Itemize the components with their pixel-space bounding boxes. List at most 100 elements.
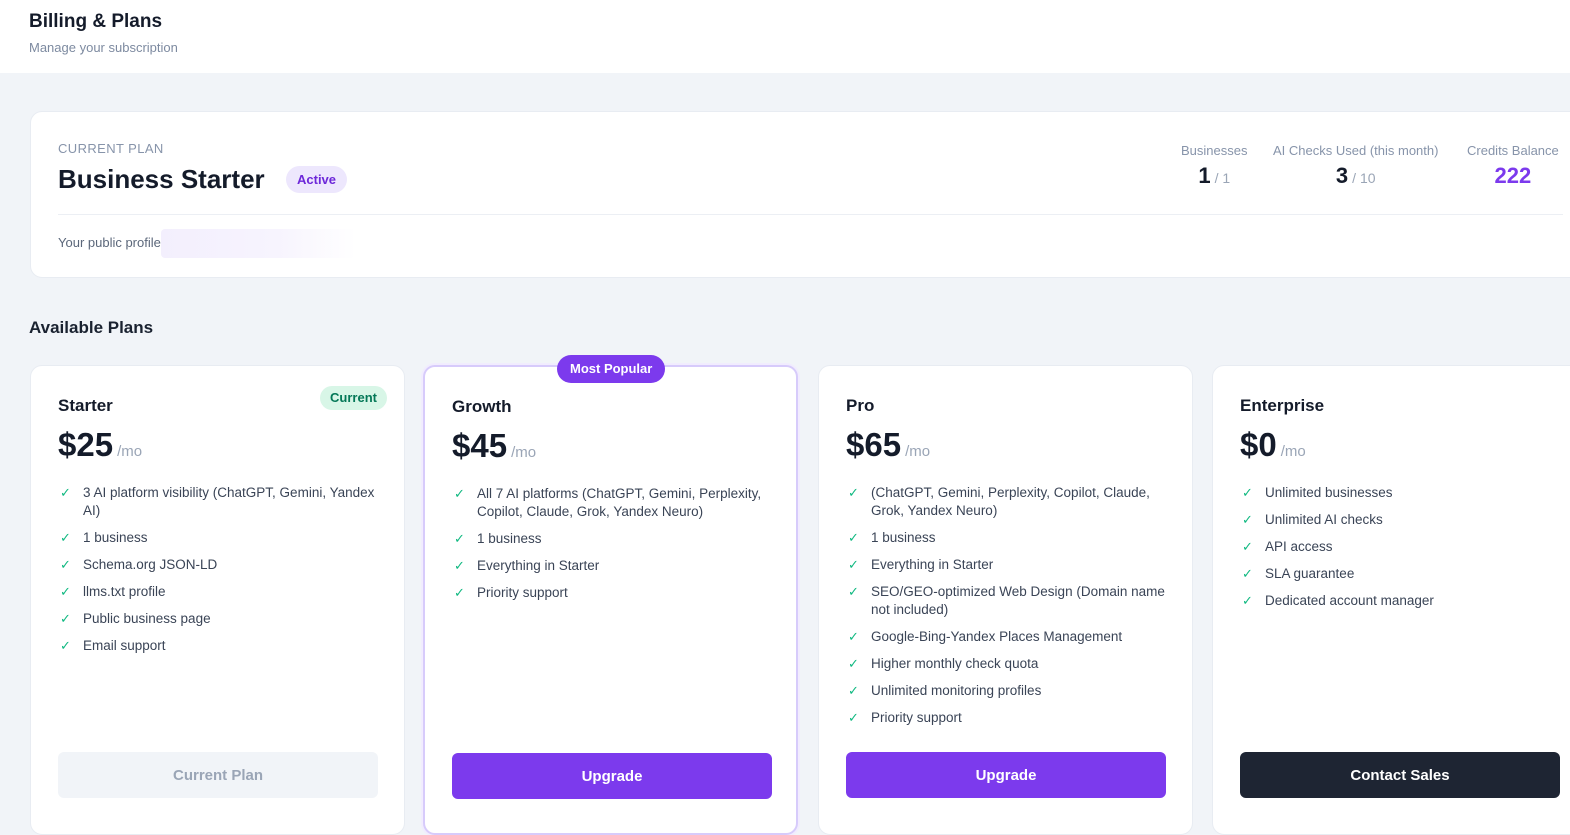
plan-name: Growth (452, 397, 512, 416)
plan-price: $45/mo (452, 427, 536, 465)
current-plan-card: CURRENT PLAN Business Starter Active Bus… (30, 111, 1570, 278)
feature-text: Priority support (477, 585, 568, 600)
feature-text: Everything in Starter (477, 558, 600, 573)
stat-value-max: / 1 (1214, 170, 1231, 186)
feature-item: ✓ 3 AI platform visibility (ChatGPT, Gemi… (58, 484, 383, 520)
feature-text: 1 business (871, 530, 936, 545)
feature-item: ✓ (ChatGPT, Gemini, Perplexity, Copilot, … (846, 484, 1171, 520)
check-icon: ✓ (454, 558, 465, 573)
feature-text: All 7 AI platforms (ChatGPT, Gemini, Per… (477, 486, 762, 519)
feature-text: SLA guarantee (1265, 566, 1355, 581)
check-icon: ✓ (454, 531, 465, 546)
feature-text: Unlimited AI checks (1265, 512, 1383, 527)
check-icon: ✓ (60, 638, 71, 653)
plan-price-amount: $0 (1240, 426, 1277, 463)
plan-price-period: /mo (1280, 443, 1306, 460)
plan-card-starter: Current Starter $25/mo ✓ 3 AI platform visib… (30, 365, 405, 835)
check-icon: ✓ (60, 557, 71, 572)
feature-list: ✓ All 7 AI platforms (ChatGPT, Gemini, Pe… (452, 485, 777, 611)
feature-text: Higher monthly check quota (871, 656, 1039, 671)
check-icon: ✓ (60, 584, 71, 599)
stat-value: 3/ 10 (1273, 163, 1438, 189)
section-title: Available Plans (29, 318, 154, 337)
page-header: Billing & Plans Manage your subscription (0, 0, 1570, 73)
stat-ai-checks: AI Checks Used (this month) 3/ 10 (1273, 143, 1438, 189)
feature-text: 3 AI platform visibility (ChatGPT, Gemin… (83, 485, 375, 518)
check-icon: ✓ (848, 629, 859, 644)
check-icon: ✓ (60, 530, 71, 545)
feature-item: ✓ Unlimited monitoring profiles (846, 682, 1171, 700)
stat-credits-balance: Credits Balance 222 (1467, 143, 1559, 189)
feature-text: 1 business (477, 531, 542, 546)
check-icon: ✓ (848, 584, 859, 599)
plan-card-enterprise: Enterprise $0/mo ✓ Unlimited businesses ✓ Unl… (1212, 365, 1570, 835)
stat-value-number: 3 (1335, 163, 1349, 188)
feature-item: ✓ Unlimited AI checks (1240, 511, 1565, 529)
feature-text: Public business page (83, 611, 211, 626)
check-icon: ✓ (1242, 593, 1253, 608)
feature-item: ✓ 1 business (846, 529, 1171, 547)
feature-item: ✓ Priority support (452, 584, 777, 602)
plan-card-pro: Pro $65/mo ✓ (ChatGPT, Gemini, Perplexity, … (818, 365, 1193, 835)
stat-label: Credits Balance (1467, 143, 1559, 158)
current-plan-name: Business Starter (58, 164, 265, 194)
check-icon: ✓ (848, 710, 859, 725)
check-icon: ✓ (60, 611, 71, 626)
public-profile-link-redacted[interactable] (161, 229, 356, 258)
feature-text: API access (1265, 539, 1333, 554)
feature-item: ✓ Higher monthly check quota (846, 655, 1171, 673)
check-icon: ✓ (1242, 512, 1253, 527)
plan-name: Pro (846, 396, 875, 415)
feature-item: ✓ SEO/GEO-optimized Web Design (Domain na… (846, 583, 1171, 619)
current-badge: Current (320, 386, 387, 410)
plan-price-period: /mo (511, 444, 537, 461)
feature-item: ✓ 1 business (58, 529, 383, 547)
current-plan-kicker: CURRENT PLAN (58, 141, 164, 156)
feature-item: ✓ API access (1240, 538, 1565, 556)
feature-list: ✓ Unlimited businesses ✓ Unlimited AI check… (1240, 484, 1565, 619)
feature-list: ✓ 3 AI platform visibility (ChatGPT, Gemi… (58, 484, 383, 664)
feature-text: 1 business (83, 530, 148, 545)
check-icon: ✓ (1242, 539, 1253, 554)
feature-text: Priority support (871, 710, 962, 725)
most-popular-badge: Most Popular (557, 355, 666, 383)
plan-price-period: /mo (117, 443, 143, 460)
feature-text: Google-Bing-Yandex Places Management (871, 629, 1123, 644)
feature-item: ✓ Unlimited businesses (1240, 484, 1565, 502)
contact-sales-button[interactable]: Contact Sales (1240, 752, 1560, 798)
feature-text: Unlimited businesses (1265, 485, 1393, 500)
check-icon: ✓ (848, 530, 859, 545)
check-icon: ✓ (848, 683, 859, 698)
feature-item: ✓ All 7 AI platforms (ChatGPT, Gemini, Pe… (452, 485, 777, 521)
plan-price: $65/mo (846, 426, 930, 464)
stat-businesses: Businesses 1/ 1 (1181, 143, 1247, 189)
stat-label: AI Checks Used (this month) (1273, 143, 1439, 158)
feature-text: llms.txt profile (83, 584, 166, 599)
stat-label: Businesses (1181, 143, 1248, 158)
plan-price: $25/mo (58, 426, 142, 464)
status-badge: Active (286, 166, 348, 193)
divider (58, 214, 1563, 215)
feature-item: ✓ Schema.org JSON-LD (58, 556, 383, 574)
check-icon: ✓ (1242, 566, 1253, 581)
feature-list: ✓ (ChatGPT, Gemini, Perplexity, Copilot, … (846, 484, 1171, 736)
feature-text: Email support (83, 638, 166, 653)
check-icon: ✓ (848, 656, 859, 671)
check-icon: ✓ (848, 557, 859, 572)
plan-price-amount: $25 (58, 426, 114, 463)
plan-name: Enterprise (1240, 396, 1325, 415)
feature-item: ✓ llms.txt profile (58, 583, 383, 601)
check-icon: ✓ (1242, 485, 1253, 500)
feature-item: ✓ SLA guarantee (1240, 565, 1565, 583)
feature-item: ✓ Priority support (846, 709, 1171, 727)
plan-price-amount: $65 (846, 426, 902, 463)
feature-text: Schema.org JSON-LD (83, 557, 218, 572)
upgrade-button[interactable]: Upgrade (846, 752, 1166, 798)
feature-item: ✓ Everything in Starter (846, 556, 1171, 574)
page-subtitle: Manage your subscription (29, 40, 178, 55)
check-icon: ✓ (848, 485, 859, 500)
stat-value-number: 222 (1494, 163, 1532, 188)
feature-item: ✓ Google-Bing-Yandex Places Management (846, 628, 1171, 646)
check-icon: ✓ (454, 585, 465, 600)
upgrade-button[interactable]: Upgrade (452, 753, 772, 799)
